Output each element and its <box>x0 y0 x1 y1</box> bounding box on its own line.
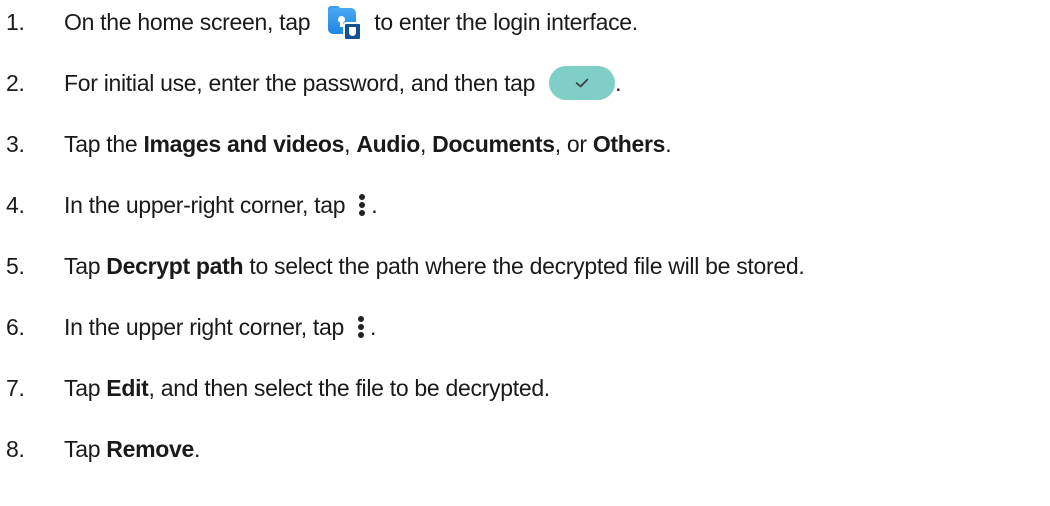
step-text-part: , <box>419 130 433 157</box>
more-vertical-icon <box>353 191 371 219</box>
step-text-part: Tap <box>64 374 107 401</box>
step-text-after: . <box>369 313 377 340</box>
step-number: 1. <box>6 8 25 35</box>
step-text-part: . <box>665 130 672 157</box>
option-decrypt-path: Decrypt path <box>106 252 244 279</box>
step-text: Tap the Images and videos, Audio, Docume… <box>64 130 672 158</box>
step-text-after: . <box>371 191 378 218</box>
step-5: 5. Tap Decrypt path to select the path w… <box>0 246 805 286</box>
confirm-check-button <box>549 66 616 100</box>
step-text: In the upper-right corner, tap . <box>64 191 378 219</box>
step-number: 4. <box>6 191 25 218</box>
step-text: For initial use, enter the password, and… <box>64 66 622 100</box>
step-number: 7. <box>6 374 25 401</box>
step-text-before: In the upper right corner, tap <box>64 313 344 340</box>
vault-app-icon <box>326 5 363 41</box>
step-3: 3. Tap the Images and videos, Audio, Doc… <box>0 124 672 164</box>
step-text: Tap Edit, and then select the file to be… <box>64 375 550 402</box>
option-images-and-videos: Images and videos <box>143 130 345 157</box>
step-text-before: On the home screen, tap <box>64 8 311 35</box>
step-text-part: Tap <box>64 435 107 462</box>
step-8: 8. Tap Remove. <box>0 429 200 469</box>
step-number: 6. <box>6 313 25 340</box>
check-icon <box>575 78 589 88</box>
step-7: 7. Tap Edit, and then select the file to… <box>0 368 550 408</box>
step-number: 2. <box>6 69 25 96</box>
step-text-after: to enter the login interface. <box>374 8 638 35</box>
step-1: 1. On the home screen, tap to enter the … <box>0 2 638 42</box>
step-text: Tap Decrypt path to select the path wher… <box>64 252 805 280</box>
step-text-part: Tap the <box>64 130 144 157</box>
step-text-part: , or <box>554 130 593 157</box>
step-text-before: For initial use, enter the password, and… <box>64 69 536 96</box>
step-4: 4. In the upper-right corner, tap . <box>0 185 378 225</box>
step-text-before: In the upper-right corner, tap <box>64 191 346 218</box>
step-number: 5. <box>6 252 25 279</box>
step-number: 3. <box>6 130 25 157</box>
step-text-after: . <box>615 69 622 96</box>
step-text-part: to select the path where the decrypted f… <box>243 252 805 279</box>
option-documents: Documents <box>432 130 555 157</box>
step-text: In the upper right corner, tap . <box>64 313 376 341</box>
option-edit: Edit <box>106 374 149 401</box>
option-remove: Remove <box>106 435 194 462</box>
step-number: 8. <box>6 435 25 462</box>
step-text-part: . <box>193 435 201 462</box>
step-text: Tap Remove. <box>64 436 200 463</box>
option-others: Others <box>592 130 666 157</box>
step-6: 6. In the upper right corner, tap . <box>0 307 376 347</box>
more-vertical-icon <box>352 313 370 341</box>
step-text-part: , <box>344 130 357 157</box>
step-text-part: , and then select the file to be decrypt… <box>148 374 551 401</box>
step-text: On the home screen, tap to enter the log… <box>64 5 638 41</box>
step-2: 2. For initial use, enter the password, … <box>0 63 622 103</box>
step-text-part: Tap <box>64 252 107 279</box>
option-audio: Audio <box>356 130 420 157</box>
